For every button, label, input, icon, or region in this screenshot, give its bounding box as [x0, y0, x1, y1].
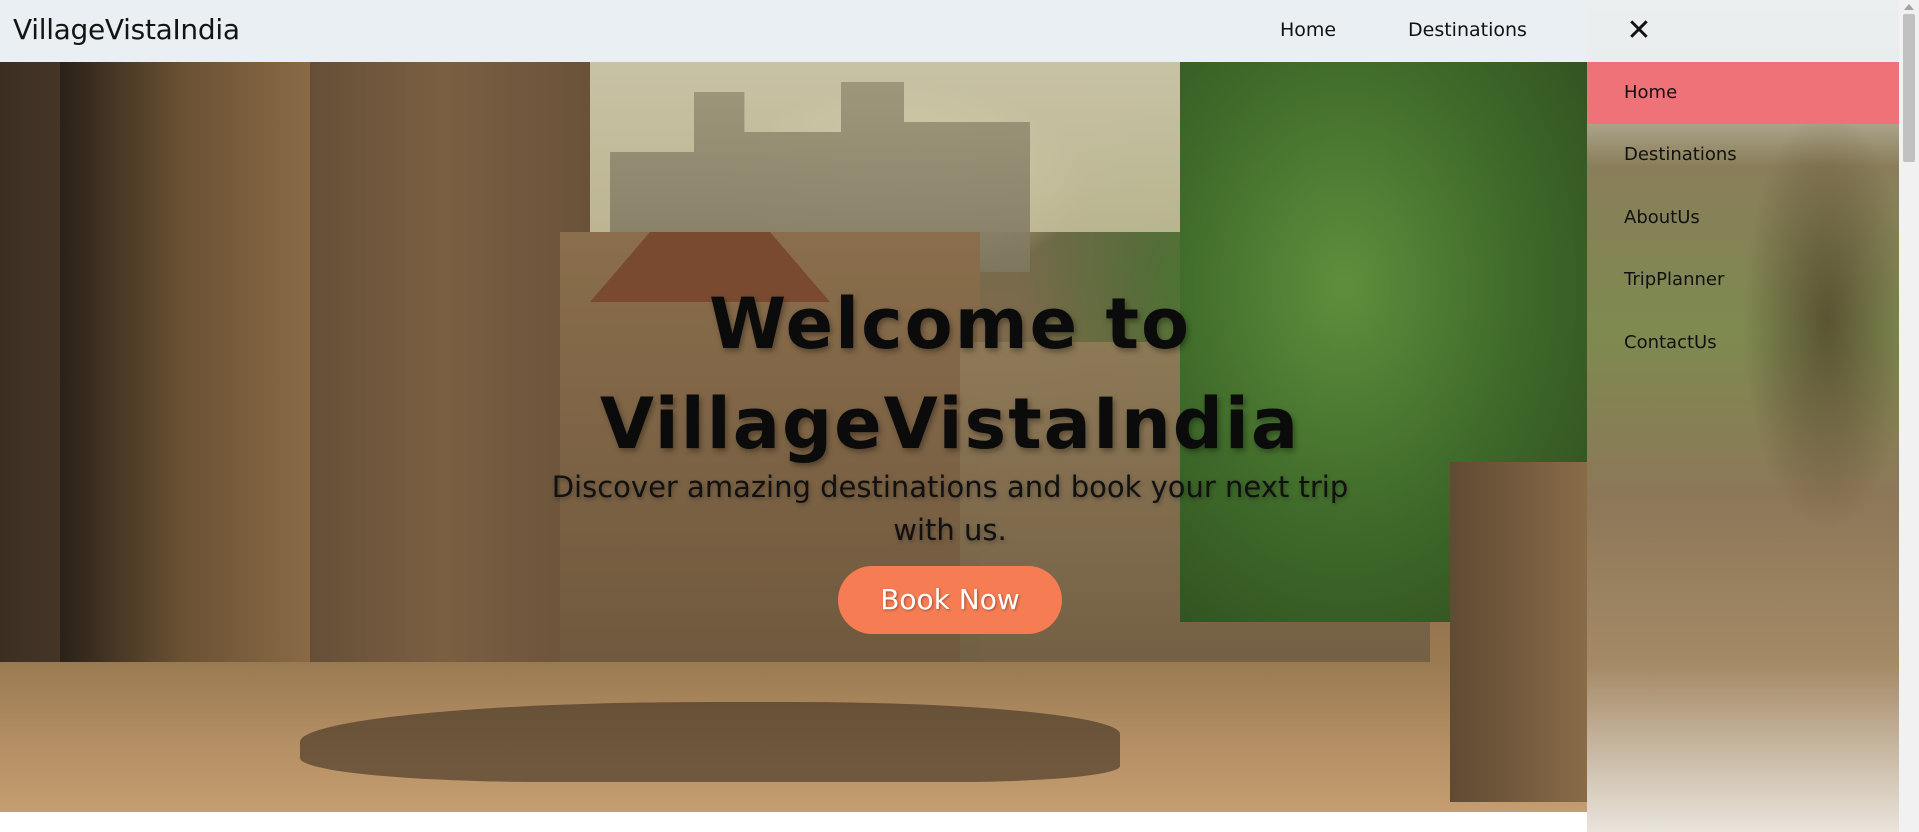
drawer-item-destinations[interactable]: Destinations [1587, 124, 1899, 186]
scroll-up-arrow-icon[interactable] [1904, 4, 1914, 10]
hero-section: Welcome to VillageVistaIndia Discover am… [0, 62, 1587, 812]
close-icon[interactable]: ✕ [1623, 13, 1655, 48]
hero-subtitle-line2: with us. [893, 513, 1007, 547]
drawer-item-contactus[interactable]: ContactUs [1587, 312, 1899, 374]
drawer-item-tripplanner[interactable]: TripPlanner [1587, 249, 1899, 311]
hero-subtitle: Discover amazing destinations and book y… [460, 466, 1440, 552]
nav-link-destinations[interactable]: Destinations [1408, 19, 1527, 41]
hero-title: Welcome to VillageVistaIndia [460, 274, 1440, 474]
hero-subtitle-line1: Discover amazing destinations and book y… [551, 470, 1349, 504]
scrollbar-thumb[interactable] [1903, 14, 1915, 162]
hero-title-line2: VillageVistaIndia [599, 383, 1301, 465]
drawer-item-aboutus[interactable]: AboutUs [1587, 187, 1899, 249]
side-drawer: ✕ Home Destinations AboutUs TripPlanner … [1587, 0, 1899, 832]
drawer-item-home[interactable]: Home [1587, 62, 1899, 124]
site-brand[interactable]: VillageVistaIndia [13, 13, 240, 46]
hero-content: Welcome to VillageVistaIndia Discover am… [460, 274, 1440, 634]
nav-link-home[interactable]: Home [1280, 19, 1336, 41]
page-scrollbar[interactable] [1899, 0, 1919, 832]
drawer-header: ✕ [1587, 0, 1899, 62]
hero-title-line1: Welcome to [708, 283, 1192, 365]
book-now-button[interactable]: Book Now [838, 566, 1062, 634]
hero-gatepost [1450, 462, 1587, 802]
hero-shadow [300, 702, 1120, 782]
